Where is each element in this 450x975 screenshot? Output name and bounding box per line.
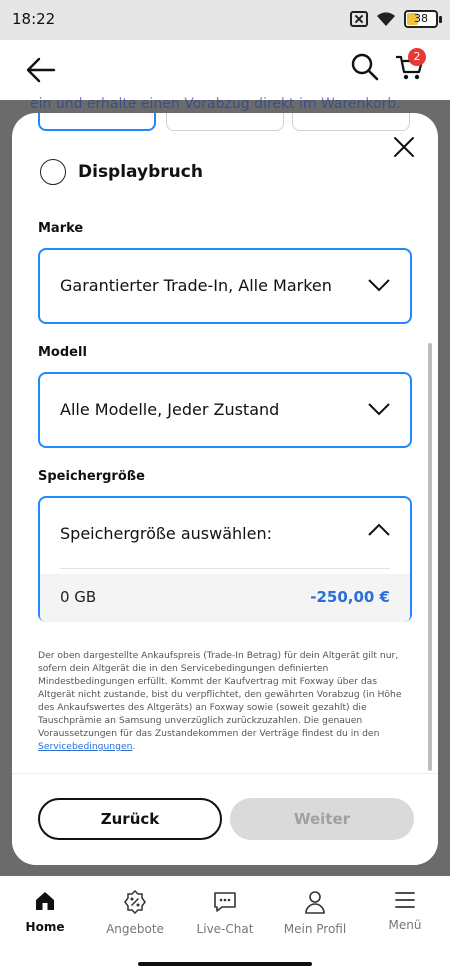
- profile-icon: [305, 891, 325, 914]
- menu-icon: [395, 892, 415, 908]
- option-card[interactable]: [166, 113, 284, 131]
- offers-icon: [124, 890, 146, 914]
- chevron-down-icon: [368, 403, 390, 416]
- next-button[interactable]: Weiter: [230, 798, 414, 840]
- damage-option-displaybruch[interactable]: Displaybruch: [40, 159, 203, 185]
- disclaimer-text: Der oben dargestellte Ankaufspreis (Trad…: [38, 649, 414, 753]
- chat-icon: [214, 892, 236, 912]
- battery-icon: 38: [404, 10, 442, 28]
- home-indicator[interactable]: [138, 962, 312, 966]
- back-arrow-icon[interactable]: [26, 56, 56, 84]
- modal-scrollbar[interactable]: [428, 343, 432, 771]
- nav-mein-profil[interactable]: Mein Profil: [270, 890, 360, 936]
- nav-home-label: Home: [25, 920, 65, 934]
- storage-select[interactable]: Speichergröße auswählen: 0 GB -250,00 €: [38, 496, 412, 622]
- storage-option-size: 0 GB: [60, 588, 97, 606]
- modal-scroll-area[interactable]: Displaybruch Marke Garantierter Trade-In…: [12, 113, 438, 773]
- nav-menue[interactable]: Menü: [360, 890, 450, 932]
- option-card[interactable]: [292, 113, 410, 131]
- brand-value: Garantierter Trade-In, Alle Marken: [60, 276, 332, 295]
- nav-angebote[interactable]: Angebote: [90, 890, 180, 936]
- status-icons: 38: [350, 10, 442, 28]
- nav-live-chat-label: Live-Chat: [196, 922, 254, 936]
- nav-home[interactable]: Home: [0, 890, 90, 934]
- background-text: ein und erhalte einen Vorabzug direkt im…: [30, 96, 401, 112]
- modal-footer: Zurück Weiter: [12, 773, 438, 865]
- service-terms-link[interactable]: Servicebedingungen: [38, 741, 132, 752]
- nav-menue-label: Menü: [388, 918, 422, 932]
- home-icon: [36, 892, 54, 910]
- option-card-selected[interactable]: [38, 113, 156, 131]
- brand-select[interactable]: Garantierter Trade-In, Alle Marken: [38, 248, 412, 324]
- damage-option-label: Displaybruch: [78, 162, 203, 182]
- status-bar: 18:22 38: [0, 0, 450, 40]
- nav-angebote-label: Angebote: [106, 922, 164, 936]
- status-time: 18:22: [12, 10, 56, 28]
- trade-in-modal: Displaybruch Marke Garantierter Trade-In…: [12, 113, 438, 865]
- dropdown-divider: [60, 568, 390, 569]
- back-button[interactable]: Zurück: [38, 798, 222, 840]
- model-value: Alle Modelle, Jeder Zustand: [60, 400, 280, 419]
- bottom-navigation: Home Angebote Live-Chat Mein Profil Menü: [0, 876, 450, 975]
- disclaimer-body: Der oben dargestellte Ankaufspreis (Trad…: [38, 650, 402, 739]
- close-icon[interactable]: [392, 135, 416, 159]
- chevron-up-icon: [368, 523, 390, 536]
- app-header: [0, 40, 450, 100]
- chevron-down-icon: [368, 279, 390, 292]
- no-sim-icon: [350, 11, 368, 27]
- storage-placeholder: Speichergröße auswählen:: [60, 524, 272, 543]
- brand-label: Marke: [38, 221, 84, 236]
- wifi-icon: [377, 12, 395, 26]
- model-select[interactable]: Alle Modelle, Jeder Zustand: [38, 372, 412, 448]
- nav-live-chat[interactable]: Live-Chat: [180, 890, 270, 936]
- storage-option-0gb[interactable]: 0 GB -250,00 €: [40, 574, 410, 622]
- model-label: Modell: [38, 345, 87, 360]
- battery-level: 38: [414, 12, 428, 25]
- search-icon[interactable]: [350, 52, 380, 82]
- storage-label: Speichergröße: [38, 469, 145, 484]
- cart-count-badge: 2: [408, 48, 426, 66]
- radio-button[interactable]: [40, 159, 66, 185]
- disclaimer-end: .: [132, 741, 136, 752]
- storage-option-price: -250,00 €: [310, 588, 390, 606]
- nav-mein-profil-label: Mein Profil: [283, 922, 347, 936]
